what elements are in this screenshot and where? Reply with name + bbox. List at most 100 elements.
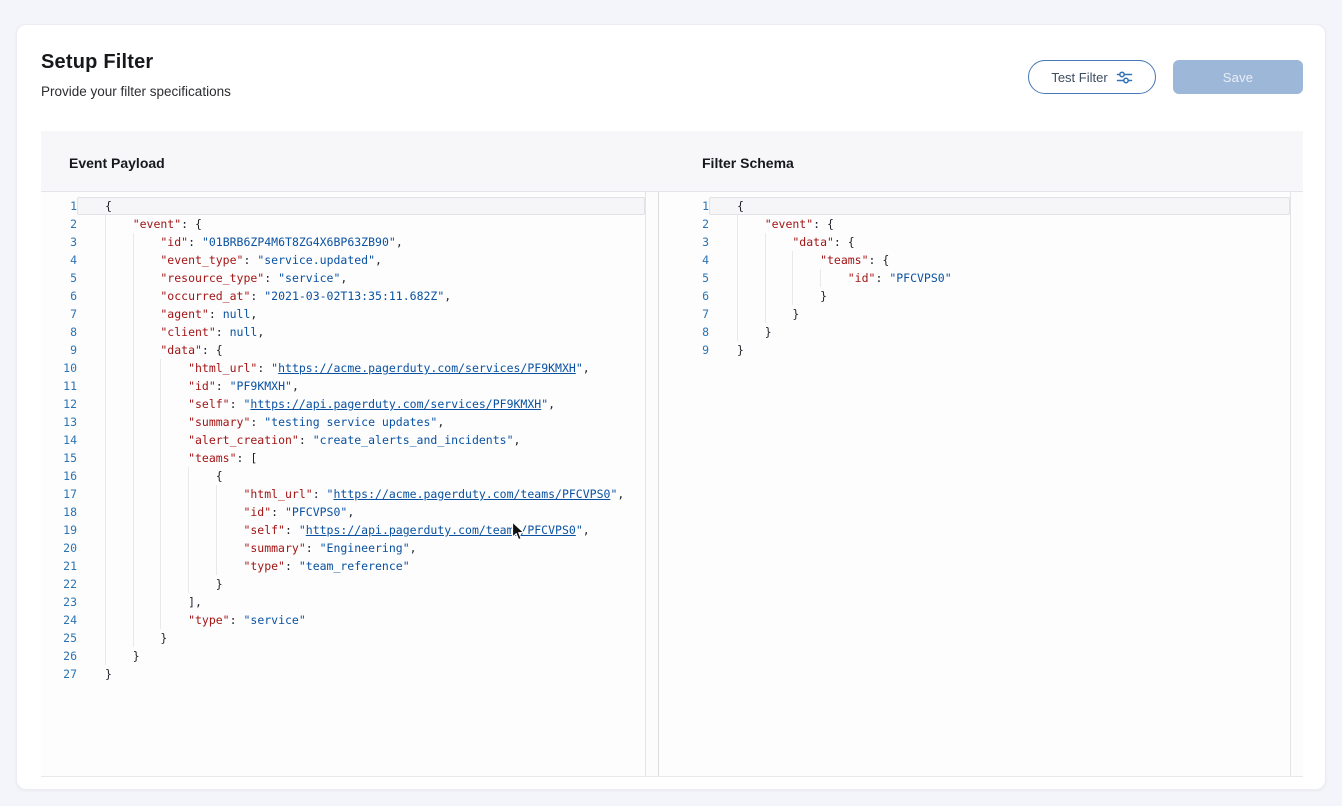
indent-guide	[160, 413, 188, 431]
indent-guide	[133, 341, 161, 359]
indent-guide	[160, 377, 188, 395]
code-token: "agent"	[160, 307, 208, 321]
code-line[interactable]: 6"occurred_at": "2021-03-02T13:35:11.682…	[41, 287, 645, 305]
code-token: :	[250, 289, 264, 303]
code-line[interactable]: 8}	[659, 323, 1290, 341]
code-line[interactable]: 1{	[41, 197, 645, 215]
code-line[interactable]: 7"agent": null,	[41, 305, 645, 323]
code-line[interactable]: 2"event": {	[659, 215, 1290, 233]
code-token: : {	[813, 217, 834, 231]
code-token: "summary"	[188, 415, 250, 429]
code-line[interactable]: 23],	[41, 593, 645, 611]
code-line[interactable]: 13"summary": "testing service updates",	[41, 413, 645, 431]
code-line[interactable]: 21"type": "team_reference"	[41, 557, 645, 575]
indent-guide	[105, 341, 133, 359]
code-line[interactable]: 12"self": "https://api.pagerduty.com/ser…	[41, 395, 645, 413]
code-line[interactable]: 5"id": "PFCVPS0"	[659, 269, 1290, 287]
indent-guide	[737, 269, 765, 287]
json-link[interactable]: https://api.pagerduty.com/teams/PFCVPS0	[306, 523, 576, 537]
code-line[interactable]: 4"event_type": "service.updated",	[41, 251, 645, 269]
code-token: : [	[237, 451, 258, 465]
code-line[interactable]: 25}	[41, 629, 645, 647]
indent-guide	[765, 287, 793, 305]
code-token: ,	[410, 541, 417, 555]
indent-guide	[160, 449, 188, 467]
code-token: "teams"	[188, 451, 236, 465]
code-token: ,	[347, 505, 354, 519]
code-token: :	[188, 235, 202, 249]
code-token: "resource_type"	[160, 271, 264, 285]
indent-guide	[765, 251, 793, 269]
json-link[interactable]: https://acme.pagerduty.com/teams/PFCVPS0	[333, 487, 610, 501]
indent-guide	[105, 431, 133, 449]
filter-schema-editor[interactable]: 1{2"event": {3"data": {4"teams": {5"id":…	[659, 192, 1303, 776]
indent-guide	[133, 629, 161, 647]
code-token: }	[160, 631, 167, 645]
code-line[interactable]: 18"id": "PFCVPS0",	[41, 503, 645, 521]
json-link[interactable]: https://api.pagerduty.com/services/PF9KM…	[250, 397, 541, 411]
code-token: "event_type"	[160, 253, 243, 267]
indent-guide	[737, 323, 765, 341]
code-line[interactable]: 4"teams": {	[659, 251, 1290, 269]
line-number: 19	[41, 521, 77, 539]
code-line[interactable]: 3"id": "01BRB6ZP4M6T8ZG4X6BP63ZB90",	[41, 233, 645, 251]
indent-guide	[792, 251, 820, 269]
code-token: }	[820, 289, 827, 303]
code-line[interactable]: 27}	[41, 665, 645, 683]
code-line[interactable]: 19"self": "https://api.pagerduty.com/tea…	[41, 521, 645, 539]
code-line[interactable]: 17"html_url": "https://acme.pagerduty.co…	[41, 485, 645, 503]
code-token: "service"	[278, 271, 340, 285]
code-line[interactable]: 14"alert_creation": "create_alerts_and_i…	[41, 431, 645, 449]
indent-guide	[820, 269, 848, 287]
indent-guide	[133, 557, 161, 575]
code-line[interactable]: 5"resource_type": "service",	[41, 269, 645, 287]
code-lines: 1{2"event": {3"data": {4"teams": {5"id":…	[659, 197, 1290, 359]
line-number: 6	[659, 287, 709, 305]
indent-guide	[133, 503, 161, 521]
code-line[interactable]: 16{	[41, 467, 645, 485]
code-line[interactable]: 22}	[41, 575, 645, 593]
code-line[interactable]: 24"type": "service"	[41, 611, 645, 629]
scrollbar-track[interactable]	[1290, 192, 1303, 776]
code-line[interactable]: 11"id": "PF9KMXH",	[41, 377, 645, 395]
code-token: :	[230, 613, 244, 627]
event-payload-editor[interactable]: 1{2"event": {3"id": "01BRB6ZP4M6T8ZG4X6B…	[41, 192, 659, 776]
code-line[interactable]: 1{	[659, 197, 1290, 215]
code-token: "teams"	[820, 253, 868, 267]
line-number: 18	[41, 503, 77, 521]
code-token: "team_reference"	[299, 559, 410, 573]
code-line[interactable]: 6}	[659, 287, 1290, 305]
json-link[interactable]: https://acme.pagerduty.com/services/PF9K…	[278, 361, 576, 375]
indent-guide	[105, 647, 133, 665]
code-line[interactable]: 8"client": null,	[41, 323, 645, 341]
code-line[interactable]: 3"data": {	[659, 233, 1290, 251]
indent-guide	[216, 485, 244, 503]
code-token: "data"	[160, 343, 202, 357]
code-line[interactable]: 7}	[659, 305, 1290, 323]
code-line[interactable]: 15"teams": [	[41, 449, 645, 467]
test-filter-button[interactable]: Test Filter	[1028, 60, 1156, 94]
indent-guide	[160, 575, 188, 593]
line-number: 7	[659, 305, 709, 323]
save-button[interactable]: Save	[1173, 60, 1303, 94]
code-token: ,	[396, 235, 403, 249]
line-number: 21	[41, 557, 77, 575]
code-token: ,	[257, 325, 264, 339]
code-line[interactable]: 10"html_url": "https://acme.pagerduty.co…	[41, 359, 645, 377]
code-line[interactable]: 9}	[659, 341, 1290, 359]
indent-guide	[133, 611, 161, 629]
indent-guide	[792, 287, 820, 305]
indent-guide	[133, 323, 161, 341]
line-number: 1	[41, 197, 77, 215]
code-line[interactable]: 26}	[41, 647, 645, 665]
indent-guide	[737, 305, 765, 323]
code-line[interactable]: 9"data": {	[41, 341, 645, 359]
code-token: "	[576, 523, 583, 537]
code-line[interactable]: 20"summary": "Engineering",	[41, 539, 645, 557]
code-line[interactable]: 2"event": {	[41, 215, 645, 233]
scrollbar-track[interactable]	[645, 192, 658, 776]
code-token: "service.updated"	[257, 253, 375, 267]
indent-guide	[133, 521, 161, 539]
line-number: 26	[41, 647, 77, 665]
indent-guide	[105, 269, 133, 287]
